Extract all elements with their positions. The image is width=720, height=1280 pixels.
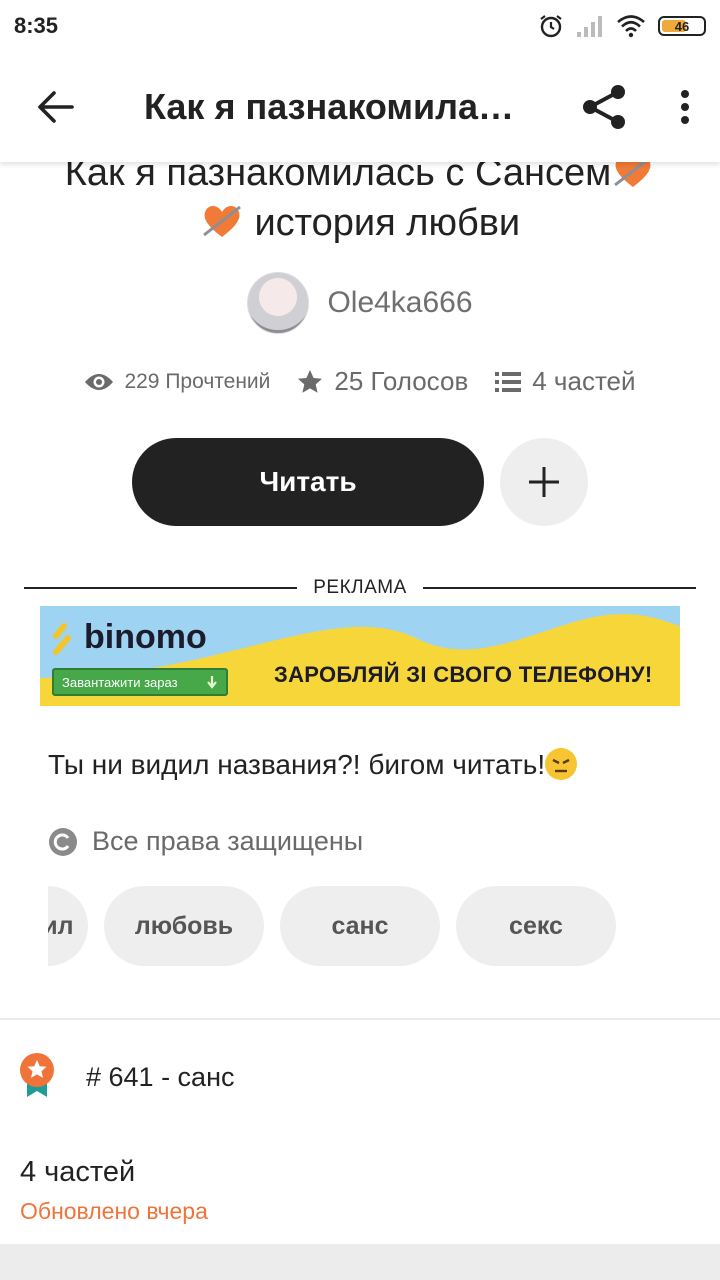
author-row[interactable]: Ole4ka666 — [0, 272, 720, 334]
ad-headline: ЗАРОБЛЯЙ ЗІ СВОГО ТЕЛЕФОНУ! — [274, 662, 653, 687]
story-title-line2: история любви — [254, 202, 521, 244]
more-options-button[interactable] — [650, 52, 720, 162]
ad-brand: binomo — [84, 618, 207, 656]
download-arrow-icon — [207, 676, 217, 689]
status-bar: 8:35 46 — [0, 0, 720, 52]
eye-icon — [85, 373, 114, 390]
votes-stat: 25 Голосов — [296, 366, 468, 397]
author-name[interactable]: Ole4ka666 — [327, 286, 472, 320]
ranking-text: # 641 - санс — [86, 1061, 235, 1092]
status-time: 8:35 — [14, 13, 59, 38]
ranking-badge-icon — [20, 1053, 54, 1097]
signal-icon — [577, 16, 602, 37]
story-title: Как я пазнакомилась с Сансем история люб… — [30, 148, 690, 248]
copyright-row: Все права защищены — [48, 826, 363, 857]
top-toolbar: Как я пазнакомилась с Сансем — [0, 52, 720, 162]
plus-icon — [529, 467, 559, 497]
bottom-strip — [0, 1244, 720, 1280]
status-icons: 46 — [538, 13, 706, 39]
alarm-icon — [540, 15, 562, 38]
votes-count: 25 Голосов — [334, 366, 469, 396]
tags-scroller[interactable]: андертеил любовь санс секс — [48, 886, 688, 966]
share-icon — [583, 85, 625, 129]
ad-divider: РЕКЛАМА — [24, 576, 696, 600]
read-button[interactable]: Читать — [132, 438, 484, 526]
tag-chip[interactable]: санс — [280, 886, 440, 966]
back-button[interactable] — [0, 52, 110, 162]
ranking-row[interactable]: # 641 - санс — [18, 1052, 235, 1098]
tag-chip[interactable]: секс — [456, 886, 616, 966]
binomo-logo-icon — [53, 623, 71, 655]
section-divider — [0, 1018, 720, 1020]
ad-banner[interactable]: binomo Завантажити зараз ЗАРОБЛЯЙ ЗІ СВО… — [40, 606, 680, 706]
ad-label: РЕКЛАМА — [313, 577, 407, 598]
angry-face-icon — [545, 748, 578, 780]
parts-title[interactable]: 4 частей — [20, 1156, 135, 1189]
story-description: Ты ни видил названия?! бигом читать! — [48, 748, 578, 781]
toolbar-title: Как я пазнакомилась с Сансем — [144, 86, 560, 127]
arrow-left-icon — [38, 91, 74, 123]
parts-count: 4 частей — [532, 366, 636, 396]
battery-level: 46 — [674, 18, 690, 34]
battery-icon: 46 — [658, 16, 706, 36]
updated-text: Обновлено вчера — [20, 1198, 208, 1224]
copyright-text: Все права защищены — [92, 826, 364, 856]
parts-stat: 4 частей — [494, 366, 636, 397]
ad-cta-label: Завантажити зараз — [62, 674, 178, 690]
copyright-icon — [49, 827, 77, 856]
story-stats: 229 Прочтений 25 Голосов 4 частей — [0, 366, 720, 397]
add-to-library-button[interactable] — [500, 438, 588, 526]
avatar[interactable] — [247, 272, 310, 334]
tag-chip[interactable]: андертеил — [48, 886, 88, 966]
reads-count: 229 Прочтений — [124, 369, 271, 393]
tag-chip[interactable]: любовь — [104, 886, 264, 966]
wifi-icon — [617, 15, 645, 38]
star-icon — [298, 369, 323, 393]
tag-list: андертеил любовь санс секс — [48, 886, 616, 966]
share-button[interactable] — [560, 52, 650, 162]
list-icon — [495, 371, 522, 392]
description-text: Ты ни видил названия?! бигом читать! — [48, 749, 546, 780]
story-actions: Читать — [132, 438, 588, 526]
reads-stat: 229 Прочтений — [84, 370, 270, 394]
ad-download-button[interactable]: Завантажити зараз — [52, 668, 228, 696]
more-vertical-icon — [681, 90, 689, 124]
heart-arrow-icon — [202, 205, 241, 237]
